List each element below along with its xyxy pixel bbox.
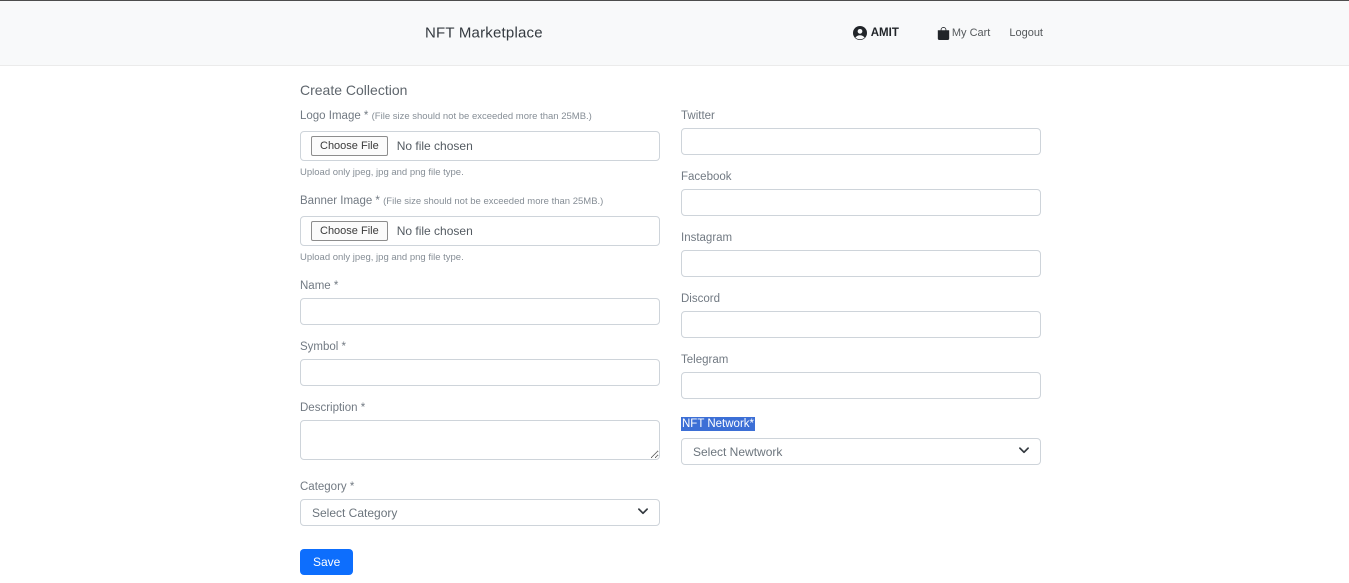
logo-image-group: Logo Image * (File size should not be ex… <box>300 109 660 178</box>
nft-network-select[interactable]: Select Newtwork <box>681 438 1041 465</box>
name-field[interactable] <box>300 298 660 325</box>
logo-image-label-text: Logo Image * <box>300 110 368 122</box>
logo-file-input[interactable]: Choose File No file chosen <box>300 131 660 161</box>
create-collection-form: Create Collection Logo Image * (File siz… <box>300 82 1041 575</box>
discord-label: Discord <box>681 292 1041 306</box>
save-button[interactable]: Save <box>300 549 353 575</box>
twitter-field[interactable] <box>681 128 1041 155</box>
twitter-label: Twitter <box>681 109 1041 123</box>
banner-upload-helper: Upload only jpeg, jpg and png file type. <box>300 252 660 263</box>
category-group: Category * Select Category <box>300 480 660 526</box>
nft-network-group: NFT Network* Select Newtwork <box>681 414 1041 465</box>
top-navbar: NFT Marketplace AMIT My Cart Logout <box>0 0 1349 66</box>
twitter-group: Twitter <box>681 109 1041 155</box>
form-right-column: Twitter Facebook Instagram Discord Teleg… <box>681 109 1041 480</box>
instagram-field[interactable] <box>681 250 1041 277</box>
discord-field[interactable] <box>681 311 1041 338</box>
instagram-group: Instagram <box>681 231 1041 277</box>
shopping-bag-icon <box>937 27 950 40</box>
banner-choose-file-button[interactable]: Choose File <box>311 221 388 241</box>
my-cart-link[interactable]: My Cart <box>937 27 991 40</box>
banner-file-status: No file chosen <box>397 224 473 238</box>
name-label: Name * <box>300 279 660 293</box>
category-select[interactable]: Select Category <box>300 499 660 526</box>
description-field[interactable] <box>300 420 660 460</box>
logo-file-status: No file chosen <box>397 139 473 153</box>
banner-image-group: Banner Image * (File size should not be … <box>300 194 660 263</box>
banner-image-label: Banner Image * (File size should not be … <box>300 194 660 209</box>
telegram-label: Telegram <box>681 353 1041 367</box>
logo-upload-helper: Upload only jpeg, jpg and png file type. <box>300 167 660 178</box>
nft-network-label: NFT Network* <box>681 417 755 431</box>
my-cart-label: My Cart <box>952 27 991 39</box>
logo-choose-file-button[interactable]: Choose File <box>311 136 388 156</box>
description-label: Description * <box>300 401 660 415</box>
facebook-label: Facebook <box>681 170 1041 184</box>
facebook-group: Facebook <box>681 170 1041 216</box>
instagram-label: Instagram <box>681 231 1041 245</box>
symbol-field[interactable] <box>300 359 660 386</box>
facebook-field[interactable] <box>681 189 1041 216</box>
user-menu[interactable]: AMIT <box>853 26 899 40</box>
banner-image-label-text: Banner Image * <box>300 195 380 207</box>
header-nav: AMIT My Cart Logout <box>853 26 1043 40</box>
symbol-group: Symbol * <box>300 340 660 386</box>
telegram-group: Telegram <box>681 353 1041 399</box>
logo-image-label: Logo Image * (File size should not be ex… <box>300 109 660 124</box>
name-group: Name * <box>300 279 660 325</box>
description-group: Description * <box>300 401 660 465</box>
category-label: Category * <box>300 480 660 494</box>
page-title: Create Collection <box>300 82 1041 98</box>
banner-file-input[interactable]: Choose File No file chosen <box>300 216 660 246</box>
user-name: AMIT <box>871 27 899 39</box>
symbol-label: Symbol * <box>300 340 660 354</box>
banner-image-size-hint: (File size should not be exceeded more t… <box>383 196 603 207</box>
discord-group: Discord <box>681 292 1041 338</box>
brand-title: NFT Marketplace <box>425 25 543 42</box>
logout-link[interactable]: Logout <box>1009 27 1043 39</box>
person-circle-icon <box>853 26 867 40</box>
form-left-column: Logo Image * (File size should not be ex… <box>300 109 660 575</box>
telegram-field[interactable] <box>681 372 1041 399</box>
logo-image-size-hint: (File size should not be exceeded more t… <box>372 111 592 122</box>
